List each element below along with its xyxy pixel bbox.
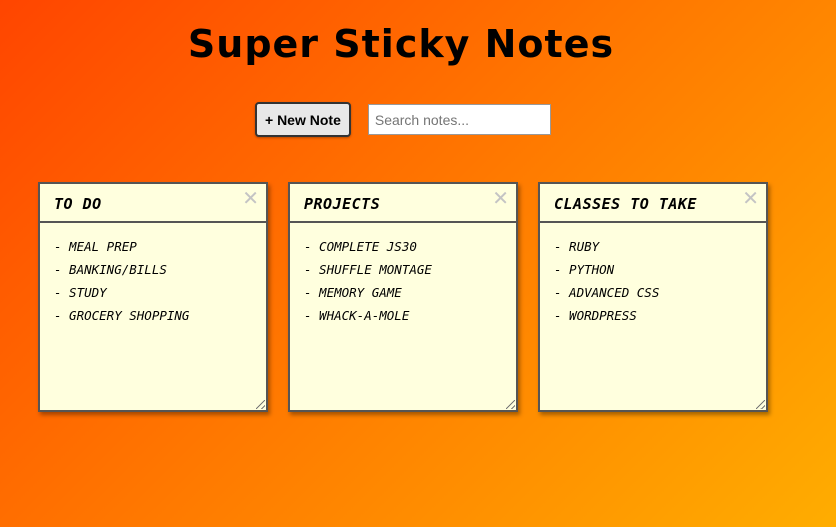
close-icon[interactable]: ✕ bbox=[492, 188, 509, 208]
resize-handle-icon[interactable] bbox=[256, 400, 265, 409]
close-icon[interactable]: ✕ bbox=[242, 188, 259, 208]
resize-handle-icon[interactable] bbox=[756, 400, 765, 409]
note-header: Projects ✕ bbox=[290, 184, 516, 223]
note-line: - Ruby bbox=[554, 239, 600, 254]
note-line: - Meal Prep bbox=[54, 239, 137, 254]
toolbar: + New Note bbox=[255, 102, 551, 137]
note-line: - Shuffle Montage bbox=[304, 262, 432, 277]
note-title[interactable]: Projects bbox=[304, 195, 380, 213]
note-title[interactable]: To Do bbox=[54, 195, 102, 213]
note-title[interactable]: Classes To Take bbox=[554, 195, 697, 213]
note-card[interactable]: Classes To Take ✕ - Ruby - Python - Adva… bbox=[538, 182, 768, 412]
note-line: - Complete JS30 bbox=[304, 239, 417, 254]
new-note-button[interactable]: + New Note bbox=[255, 102, 351, 137]
note-card[interactable]: Projects ✕ - Complete JS30 - Shuffle Mon… bbox=[288, 182, 518, 412]
app-title: Super Sticky Notes bbox=[187, 22, 615, 66]
note-header: To Do ✕ bbox=[40, 184, 266, 223]
note-line: - Study bbox=[54, 285, 107, 300]
note-body[interactable]: - Meal Prep - Banking/Bills - Study - Gr… bbox=[40, 223, 266, 339]
note-line: - Whack-a-Mole bbox=[304, 308, 410, 323]
close-icon[interactable]: ✕ bbox=[742, 188, 759, 208]
resize-handle-icon[interactable] bbox=[506, 400, 515, 409]
note-line: - Grocery Shopping bbox=[54, 308, 190, 323]
note-line: - Python bbox=[554, 262, 615, 277]
note-line: - WordPress bbox=[554, 308, 637, 323]
note-header: Classes To Take ✕ bbox=[540, 184, 766, 223]
note-body[interactable]: - Ruby - Python - Advanced CSS - WordPre… bbox=[540, 223, 766, 339]
note-line: - Memory Game bbox=[304, 285, 402, 300]
note-card[interactable]: To Do ✕ - Meal Prep - Banking/Bills - St… bbox=[38, 182, 268, 412]
note-line: - Advanced CSS bbox=[554, 285, 660, 300]
search-input[interactable] bbox=[367, 104, 551, 135]
note-body[interactable]: - Complete JS30 - Shuffle Montage - Memo… bbox=[290, 223, 516, 339]
note-line: - Banking/Bills bbox=[54, 262, 167, 277]
